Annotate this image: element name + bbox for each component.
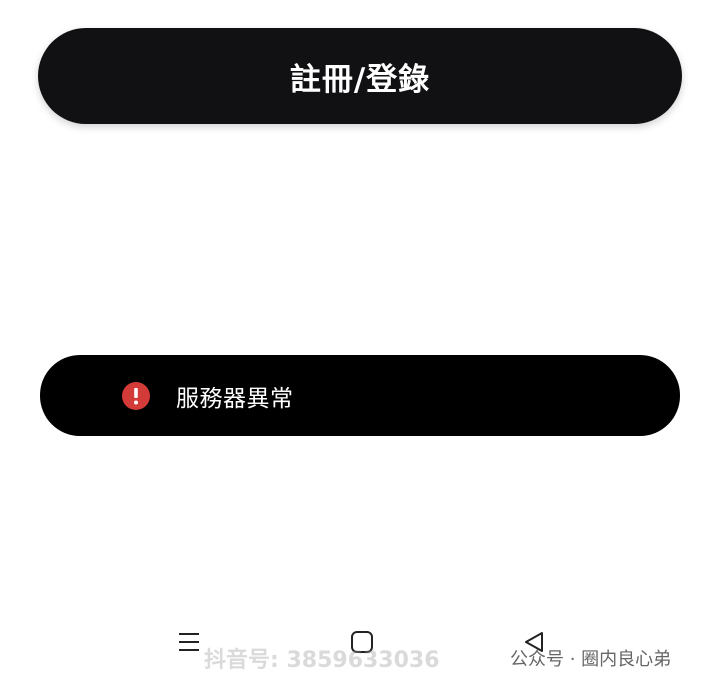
app-screen: 註冊/登錄 服務器異常 抖音号: 3859633036 公众号 · 圈内良心弟 <box>0 0 720 684</box>
register-login-button-label: 註冊/登錄 <box>289 61 431 98</box>
error-exclamation-icon <box>122 382 150 410</box>
menu-button[interactable] <box>169 622 209 662</box>
error-toast: 服務器異常 <box>40 355 680 436</box>
register-login-button[interactable]: 註冊/登錄 <box>38 28 682 124</box>
menu-icon <box>179 633 199 651</box>
wechat-watermark: 公众号 · 圈内良心弟 <box>510 649 672 670</box>
toast-message: 服務器異常 <box>176 385 294 412</box>
douyin-watermark: 抖音号: 3859633036 <box>204 648 440 673</box>
